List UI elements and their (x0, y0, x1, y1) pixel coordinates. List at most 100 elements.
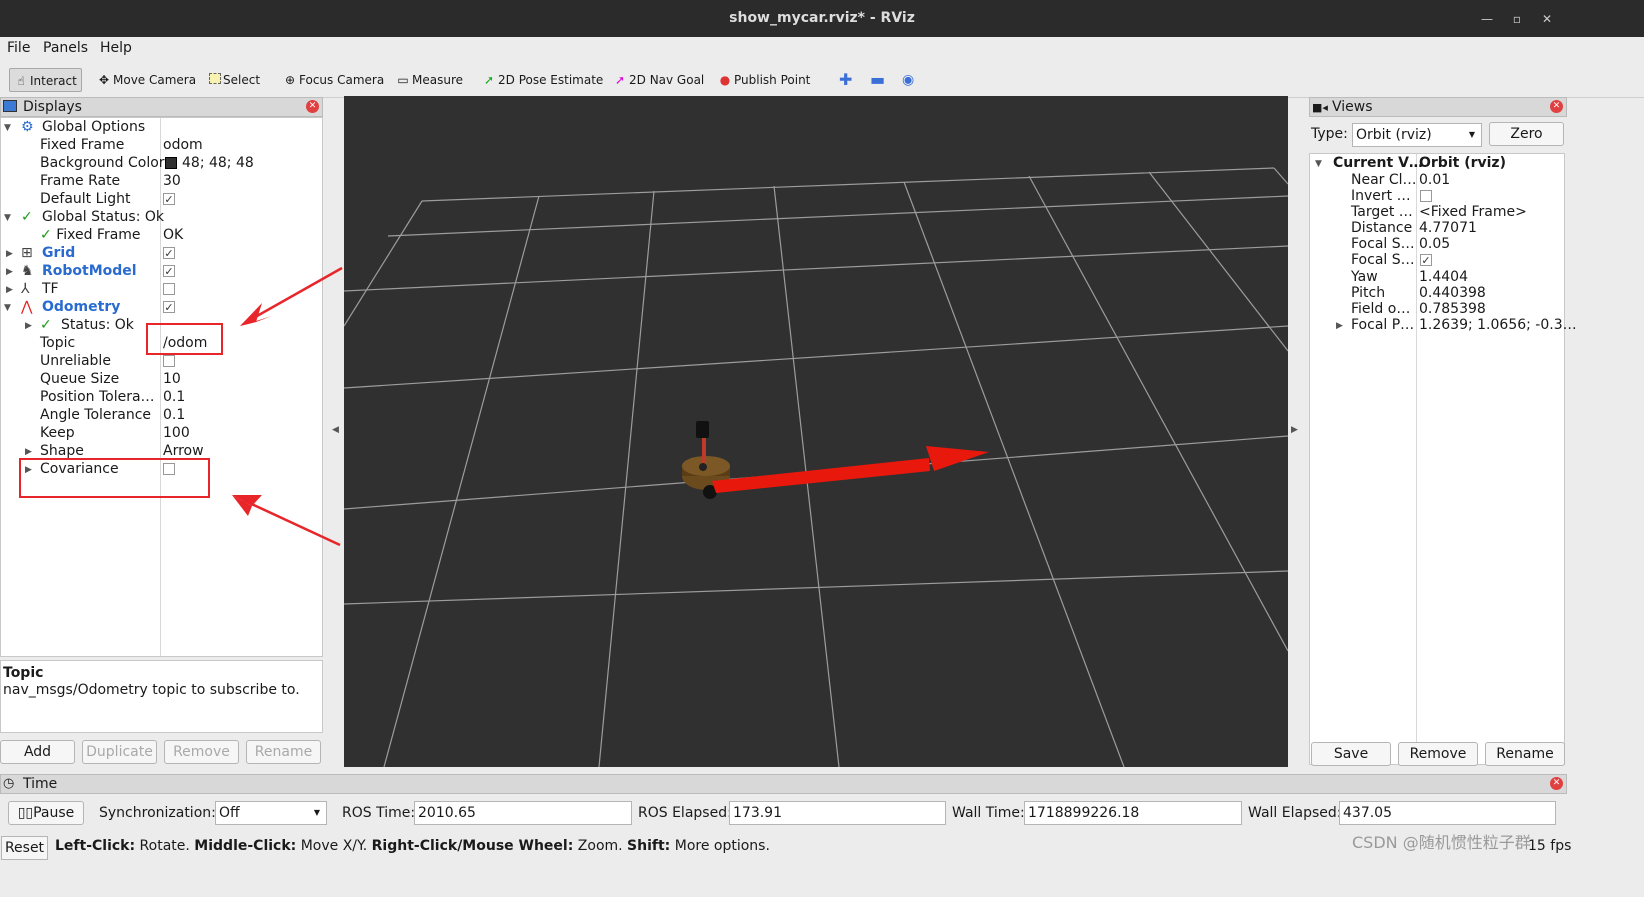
fixed-frame-label: Fixed Frame (40, 137, 125, 153)
publish-point-tool-button[interactable]: ● Publish Point (714, 68, 814, 92)
monitor-icon (3, 100, 17, 112)
expand-down-icon[interactable]: ▼ (4, 299, 11, 318)
focal-shape-size-value[interactable]: 0.05 (1419, 235, 1450, 254)
default-light-label: Default Light (40, 191, 131, 207)
background-color-value[interactable]: 48; 48; 48 (182, 154, 254, 173)
remove-display-button[interactable]: Remove (164, 740, 239, 764)
description-title: Topic (3, 665, 44, 681)
watermark: CSDN @随机惯性粒子群 (1352, 833, 1531, 852)
grid-checkbox[interactable]: ✓ (163, 247, 175, 259)
expand-right-icon[interactable]: ▶ (6, 281, 13, 300)
gear-icon: ⚙ (21, 119, 34, 135)
expand-down-icon[interactable]: ▼ (4, 119, 11, 138)
queue-size-value[interactable]: 10 (163, 370, 181, 389)
maximize-icon[interactable]: ▫ (1510, 12, 1524, 26)
frame-rate-value[interactable]: 30 (163, 172, 181, 191)
background-color-label: Background Color (40, 155, 165, 171)
odometry-icon: ⋀ (21, 299, 33, 315)
view-type-value: Orbit (rviz) (1356, 127, 1432, 143)
pause-label: Pause (33, 805, 75, 821)
keep-value[interactable]: 100 (163, 424, 190, 443)
unreliable-checkbox[interactable] (163, 355, 175, 367)
rename-display-button[interactable]: Rename (246, 740, 321, 764)
reset-button[interactable]: Reset (1, 836, 48, 860)
ros-elapsed-field[interactable]: 173.91 (729, 801, 946, 825)
splitter-right-icon[interactable]: ▶ (1291, 425, 1298, 435)
interact-tool-button[interactable]: ☝ Interact (9, 68, 82, 92)
pose-estimate-label: 2D Pose Estimate (498, 73, 604, 87)
ros-time-field[interactable]: 2010.65 (414, 801, 632, 825)
sync-select[interactable]: Off ▼ (215, 801, 327, 825)
menu-file[interactable]: File (7, 40, 30, 56)
measure-tool-button[interactable]: ▭ Measure (392, 68, 467, 92)
camera-icon: ■◂ (1312, 101, 1328, 114)
expand-right-icon[interactable]: ▶ (6, 263, 13, 282)
select-tool-button[interactable]: Select (205, 68, 264, 92)
wall-time-field[interactable]: 1718899226.18 (1024, 801, 1242, 825)
select-icon (209, 73, 221, 84)
close-views-icon[interactable]: ✕ (1550, 100, 1563, 113)
near-clip-value[interactable]: 0.01 (1419, 171, 1450, 190)
time-panel-title: Time (0, 774, 1567, 794)
remove-view-button[interactable]: Remove (1398, 742, 1478, 766)
gs-fixed-frame-label: Fixed Frame (56, 227, 141, 243)
add-display-button[interactable]: Add (0, 740, 75, 764)
move-camera-tool-button[interactable]: ✥ Move Camera (93, 68, 200, 92)
fixed-frame-value[interactable]: odom (163, 136, 203, 155)
default-light-checkbox[interactable]: ✓ (163, 193, 175, 205)
fps-counter: 15 fps (1528, 838, 1572, 854)
view-type-select[interactable]: Orbit (rviz) ▼ (1352, 123, 1482, 147)
close-time-icon[interactable]: ✕ (1550, 777, 1563, 790)
pause-button[interactable]: ▯▯Pause (8, 801, 84, 825)
render-viewport[interactable] (344, 96, 1288, 767)
invert-checkbox[interactable] (1420, 190, 1432, 202)
time-title-label: Time (23, 776, 58, 792)
displays-title-label: Displays (23, 99, 82, 115)
add-tool-icon[interactable]: ✚ (835, 68, 856, 92)
focus-camera-tool-button[interactable]: ⊕ Focus Camera (279, 68, 388, 92)
odometry-label: Odometry (42, 299, 121, 315)
splitter-left-icon[interactable]: ◀ (332, 425, 339, 435)
column-divider (1416, 154, 1417, 764)
tree-row-gs-fixed-frame[interactable]: ✓ Fixed Frame (40, 226, 141, 245)
chevron-down-icon: ▼ (313, 808, 320, 817)
angle-tolerance-value[interactable]: 0.1 (163, 406, 185, 425)
position-tolerance-value[interactable]: 0.1 (163, 388, 185, 407)
arrow-head (926, 446, 989, 471)
wall-elapsed-field[interactable]: 437.05 (1339, 801, 1556, 825)
color-swatch[interactable] (165, 157, 177, 169)
menu-panels[interactable]: Panels (43, 40, 88, 56)
tf-label: TF (42, 281, 59, 297)
tf-checkbox[interactable] (163, 283, 175, 295)
zero-button[interactable]: Zero (1489, 122, 1564, 146)
check-icon: ✓ (21, 209, 33, 225)
odometry-checkbox[interactable]: ✓ (163, 301, 175, 313)
ros-elapsed-label: ROS Elapsed: (638, 805, 732, 821)
global-status-label: Global Status: Ok (42, 209, 165, 225)
check-icon: ✓ (40, 227, 52, 243)
robotmodel-checkbox[interactable]: ✓ (163, 265, 175, 277)
pose-estimate-tool-button[interactable]: ➚ 2D Pose Estimate (478, 68, 607, 92)
expand-right-icon[interactable]: ▶ (6, 245, 13, 264)
save-view-button[interactable]: Save (1311, 742, 1391, 766)
eye-icon[interactable]: ◉ (898, 68, 918, 92)
expand-right-icon[interactable]: ▶ (25, 317, 32, 336)
close-window-icon[interactable]: ✕ (1540, 12, 1554, 26)
expand-down-icon[interactable]: ▼ (1315, 155, 1322, 174)
expand-down-icon[interactable]: ▼ (4, 209, 11, 228)
focal-point-value[interactable]: 1.2639; 1.0656; -0.3… (1419, 316, 1577, 335)
duplicate-display-button[interactable]: Duplicate (82, 740, 157, 764)
remove-tool-icon[interactable]: ▬ (866, 68, 889, 92)
focal-shape-fixed-checkbox[interactable]: ✓ (1420, 254, 1432, 266)
rename-view-button[interactable]: Rename (1485, 742, 1565, 766)
views-title-label: Views (1332, 99, 1373, 115)
menu-help[interactable]: Help (100, 40, 132, 56)
views-tree: ▼ Current V… Orbit (rviz) Near Cl… 0.01 I… (1309, 153, 1577, 765)
nav-goal-tool-button[interactable]: ➚ 2D Nav Goal (609, 68, 708, 92)
expand-right-icon[interactable]: ▶ (1336, 317, 1343, 336)
menu-bar (0, 37, 1644, 60)
window-title: show_mycar.rviz* - RViz (729, 10, 915, 26)
close-displays-icon[interactable]: ✕ (306, 100, 319, 113)
minimize-icon[interactable]: — (1480, 12, 1494, 26)
odometry-arrow (712, 446, 989, 493)
